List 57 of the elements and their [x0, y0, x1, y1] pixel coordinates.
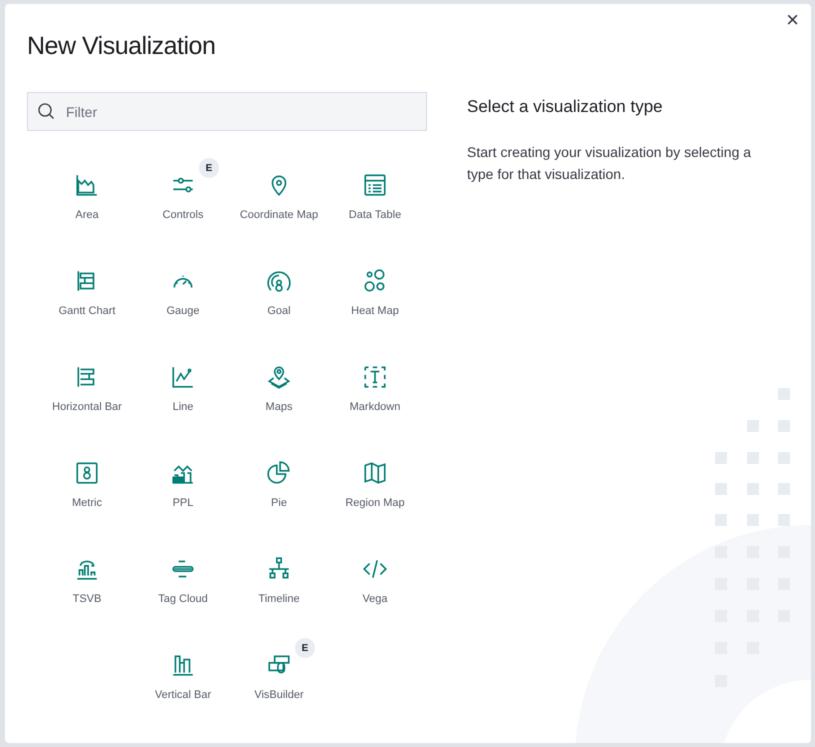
visualization-type-card[interactable]: Timeline — [231, 542, 327, 638]
type-label: Tag Cloud — [158, 593, 208, 605]
type-label: Line — [172, 401, 194, 413]
type-label: Goal — [267, 305, 291, 317]
type-label: Horizontal Bar — [52, 401, 122, 413]
visualization-type-card[interactable]: Markdown — [327, 350, 423, 446]
type-label: VisBuilder — [254, 689, 304, 701]
visualization-type-card[interactable]: Goal — [231, 254, 327, 350]
type-label: Vertical Bar — [154, 689, 212, 701]
visualization-type-card[interactable]: Pie — [231, 446, 327, 542]
dialog-title: New Visualization — [27, 32, 216, 61]
type-label: Coordinate Map — [240, 209, 318, 221]
visualization-type-card[interactable]: E Controls — [135, 158, 231, 254]
visualization-type-card[interactable]: Heat Map — [327, 254, 423, 350]
visualization-type-card[interactable]: Line — [135, 350, 231, 446]
type-label: Heat Map — [351, 305, 399, 317]
type-label: Markdown — [350, 401, 400, 413]
visualization-type-card[interactable]: TSVB — [39, 542, 135, 638]
type-label: Timeline — [258, 593, 300, 605]
visualization-type-card[interactable]: Maps — [231, 350, 327, 446]
visualization-type-card[interactable]: Coordinate Map — [231, 158, 327, 254]
type-label: Data Table — [348, 209, 402, 221]
visualization-type-card[interactable]: Gantt Chart — [39, 254, 135, 350]
visualization-type-card[interactable]: Vertical Bar — [135, 638, 231, 734]
experimental-badge: E — [295, 638, 315, 658]
type-label: Pie — [271, 497, 287, 509]
type-label: Vega — [362, 593, 388, 605]
visualization-type-card[interactable]: PPL — [135, 446, 231, 542]
type-label: Controls — [162, 209, 204, 221]
text-frame-icon — [362, 364, 388, 390]
type-label: Region Map — [345, 497, 405, 509]
type-label: Gauge — [166, 305, 200, 317]
folded-map-icon — [362, 460, 388, 486]
search-field[interactable]: Filter — [27, 92, 427, 131]
table-icon — [362, 172, 388, 198]
info-heading: Select a visualization type — [467, 97, 664, 117]
visualization-type-card[interactable]: Region Map — [327, 446, 423, 542]
type-label: Area — [75, 209, 99, 221]
visualization-type-card[interactable]: Data Table — [327, 158, 423, 254]
visualization-type-card[interactable]: Area — [39, 158, 135, 254]
visualization-type-card[interactable]: Horizontal Bar — [39, 350, 135, 446]
visualization-type-card[interactable]: E VisBuilder — [231, 638, 327, 734]
type-label: Metric — [72, 497, 102, 509]
type-label: Maps — [266, 401, 292, 413]
info-description: Start creating your visualization by selecting a type for that visualization. — [467, 143, 752, 184]
pie-chart-icon — [266, 460, 292, 486]
metric-icon — [74, 460, 100, 486]
visualization-type-card[interactable]: Metric — [39, 446, 135, 542]
close-button[interactable]: × — [782, 7, 803, 33]
visualization-type-card[interactable]: Tag Cloud — [135, 542, 231, 638]
visualization-type-card[interactable]: Gauge — [135, 254, 231, 350]
map-layers-icon — [266, 364, 292, 390]
type-label: TSVB — [72, 593, 102, 605]
type-label: Gantt Chart — [58, 305, 116, 317]
experimental-badge: E — [199, 158, 219, 178]
type-label: PPL — [172, 497, 194, 509]
visualization-type-card[interactable]: Vega — [327, 542, 423, 638]
